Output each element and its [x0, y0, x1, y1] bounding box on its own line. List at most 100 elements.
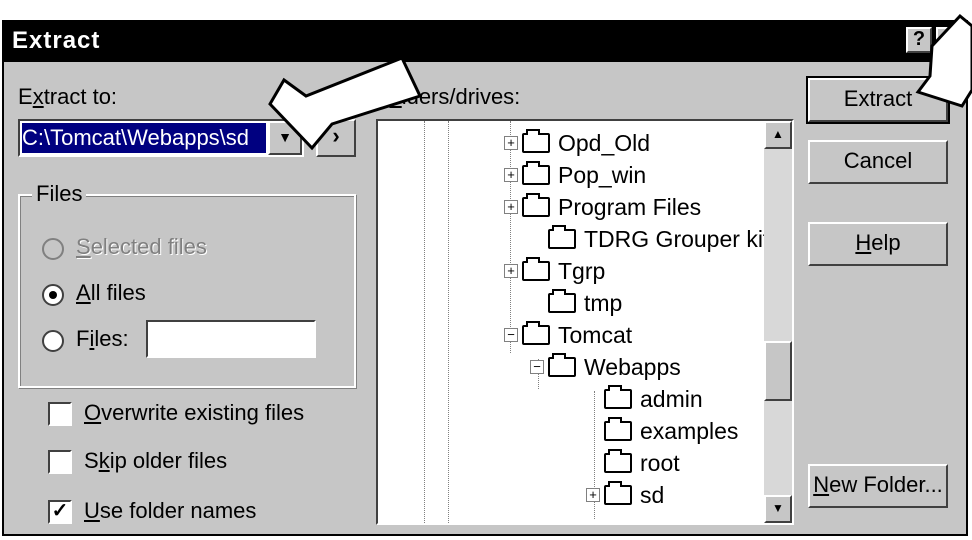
folder-name: Tgrp — [558, 257, 606, 284]
help-post: elp — [871, 230, 901, 255]
folder-icon — [522, 321, 550, 345]
overwrite-label: Overwrite existing files — [84, 400, 304, 426]
folder-icon — [604, 417, 632, 441]
folder-tree-item[interactable]: − Tomcat — [504, 321, 632, 349]
expander-icon[interactable]: − — [530, 360, 544, 374]
folder-name: Pop_win — [558, 161, 647, 188]
folder-tree-item[interactable]: + Program Files — [504, 193, 701, 221]
folder-icon — [548, 353, 576, 377]
folder-tree-item[interactable]: + Pop_win — [504, 161, 646, 189]
folder-tree-item[interactable]: root — [586, 449, 680, 477]
new-folder-post: ew Folder... — [829, 472, 943, 497]
window-title: Extract — [12, 27, 101, 54]
help-button[interactable]: Help — [808, 222, 948, 266]
folder-icon — [522, 129, 550, 153]
extract-to-combo[interactable]: C:\Tomcat\Webapps\sd ▼ — [18, 119, 304, 157]
new-folder-mnemonic: N — [813, 472, 830, 497]
chevron-down-icon[interactable]: ▼ — [268, 121, 302, 155]
extract-to-label-pre: E — [18, 84, 33, 109]
skip-older-label: Skip older files — [84, 448, 227, 474]
folders-label-post: lders/drives: — [401, 84, 521, 109]
folder-tree-item[interactable]: admin — [586, 385, 703, 413]
extract-button[interactable]: Extract — [806, 76, 950, 124]
files-post: les: — [94, 326, 129, 351]
scroll-thumb[interactable] — [764, 341, 792, 401]
folder-tree-item[interactable]: − Webapps — [530, 353, 681, 381]
close-button[interactable]: ✕ — [936, 27, 962, 53]
folder-icon — [604, 449, 632, 473]
folder-tree-item[interactable]: examples — [586, 417, 738, 445]
extract-to-label-mnemonic: x — [32, 84, 44, 109]
folder-name: tmp — [584, 289, 623, 316]
skip-older-pre: S — [84, 448, 99, 473]
overwrite-mnemonic: O — [84, 400, 102, 425]
extract-to-label: Extract to: — [18, 84, 117, 110]
folder-tree-item[interactable]: tmp — [530, 289, 622, 317]
expander-icon[interactable]: + — [504, 168, 518, 182]
extract-dialog: Extract ? ✕ Extract to: C:\Tomcat\Webapp… — [2, 20, 968, 536]
folder-name: admin — [640, 385, 703, 412]
use-folder-names-checkbox[interactable]: ✓ — [48, 500, 72, 524]
radio-files[interactable] — [42, 330, 64, 352]
folder-name: sd — [640, 481, 665, 508]
expander-icon[interactable]: + — [586, 488, 600, 502]
expander-icon[interactable]: + — [504, 264, 518, 278]
radio-dot-icon — [49, 291, 57, 299]
files-pre: F — [76, 326, 90, 351]
selected-files-mnemonic: S — [76, 234, 91, 259]
radio-selected-files[interactable] — [42, 238, 64, 260]
folder-tree[interactable]: + Opd_Old + Pop_win + Program Files TDRG Group… — [376, 119, 794, 525]
help-mnemonic: H — [855, 230, 872, 255]
scroll-up-icon[interactable]: ▲ — [764, 121, 792, 149]
folder-tree-item[interactable]: + Opd_Old — [504, 129, 650, 157]
folder-name: Webapps — [584, 353, 681, 380]
folder-icon — [604, 481, 632, 505]
skip-older-checkbox[interactable] — [48, 450, 72, 474]
use-folder-names-mnemonic: U — [84, 498, 100, 523]
new-folder-button[interactable]: New Folder... — [808, 464, 948, 508]
folder-tree-item[interactable]: TDRG Grouper kit — [530, 225, 769, 253]
tree-guide-line — [424, 121, 425, 523]
files-pattern-input[interactable] — [146, 320, 316, 358]
extract-to-path[interactable]: C:\Tomcat\Webapps\sd — [22, 123, 266, 153]
folder-name: root — [640, 449, 680, 476]
folder-icon — [548, 289, 576, 313]
folder-icon — [548, 225, 576, 249]
extract-to-label-post: tract to: — [43, 84, 118, 109]
cancel-button[interactable]: Cancel — [808, 140, 948, 184]
files-label: Files: — [76, 326, 129, 352]
radio-all-files[interactable] — [42, 284, 64, 306]
folder-name: Tomcat — [558, 321, 633, 348]
files-groupbox: Files Selected files All files Files: — [18, 181, 356, 388]
folders-label-pre: F — [376, 84, 390, 109]
tree-scrollbar[interactable]: ▲ ▼ — [764, 121, 792, 523]
browse-arrow-button[interactable]: › — [316, 119, 356, 157]
folder-name: Program Files — [558, 193, 702, 220]
overwrite-post: verwrite existing files — [101, 400, 305, 425]
folder-icon — [522, 257, 550, 281]
use-folder-names-post: se folder names — [99, 498, 257, 523]
scroll-down-icon[interactable]: ▼ — [764, 495, 792, 523]
folder-name: examples — [640, 417, 739, 444]
folders-label: Folders/drives: — [376, 84, 520, 110]
folder-icon — [522, 161, 550, 185]
folders-label-mnemonic: o — [389, 84, 402, 109]
all-files-mnemonic: A — [76, 280, 91, 305]
overwrite-checkbox[interactable] — [48, 402, 72, 426]
title-bar[interactable]: Extract ? ✕ — [4, 22, 966, 62]
skip-older-mnemonic: k — [98, 448, 110, 473]
folder-icon — [522, 193, 550, 217]
tree-guide-line — [448, 121, 449, 523]
folder-tree-item[interactable]: + sd — [586, 481, 664, 509]
all-files-post: ll files — [90, 280, 146, 305]
help-title-button[interactable]: ? — [906, 27, 932, 53]
skip-older-post: ip older files — [109, 448, 228, 473]
selected-files-label: Selected files — [76, 234, 207, 260]
all-files-label: All files — [76, 280, 146, 306]
expander-icon[interactable]: + — [504, 136, 518, 150]
folder-tree-item[interactable]: + Tgrp — [504, 257, 605, 285]
expander-icon[interactable]: − — [504, 328, 518, 342]
files-group-label: Files — [32, 181, 87, 207]
expander-icon[interactable]: + — [504, 200, 518, 214]
selected-files-post: elected files — [90, 234, 207, 259]
